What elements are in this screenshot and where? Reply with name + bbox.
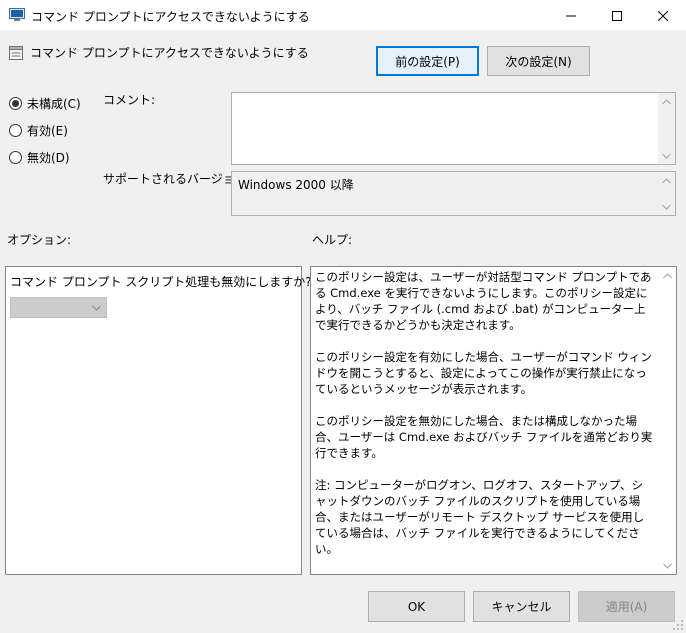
supported-value: Windows 2000 以降: [238, 178, 354, 192]
radio-circle[interactable]: [9, 150, 22, 164]
radio-circle[interactable]: [9, 96, 22, 110]
close-icon: [658, 10, 668, 21]
radio-enabled[interactable]: 有効(E): [9, 121, 68, 139]
apply-button[interactable]: 適用(A): [578, 591, 675, 622]
chevron-down-icon: [92, 305, 101, 311]
radio-label: 無効(D): [27, 150, 70, 165]
scroll-up-icon[interactable]: [658, 93, 675, 110]
maximize-icon: [612, 10, 622, 21]
help-paragraph: 注: コンピューターがログオン、ログオフ、スタートアップ、シャットダウンのバッチ…: [315, 478, 645, 556]
window-title: コマンド プロンプトにアクセスできないようにする: [31, 10, 310, 24]
resize-grip-icon[interactable]: [672, 619, 684, 631]
close-button[interactable]: [640, 0, 686, 31]
script-question: コマンド プロンプト スクリプト処理も無効にしますか?: [10, 275, 312, 289]
supported-label: サポートされるバージョン:: [103, 172, 251, 186]
comment-textbox[interactable]: [231, 92, 676, 165]
policy-window-icon: [9, 8, 25, 21]
prev-setting-button[interactable]: 前の設定(P): [376, 46, 479, 76]
supported-scrollbar[interactable]: [658, 172, 675, 215]
comment-label: コメント:: [103, 93, 156, 107]
help-label: ヘルプ:: [312, 233, 353, 247]
minimize-button[interactable]: [548, 0, 594, 31]
policy-setting-icon: [9, 46, 23, 60]
cancel-button[interactable]: キャンセル: [473, 591, 570, 622]
radio-disabled[interactable]: 無効(D): [9, 148, 70, 166]
script-processing-combobox[interactable]: [10, 297, 107, 318]
scroll-down-icon[interactable]: [658, 198, 675, 215]
comment-scrollbar[interactable]: [658, 93, 675, 164]
minimize-icon: [566, 15, 576, 16]
radio-label: 未構成(C): [27, 96, 81, 111]
help-paragraph: このポリシー設定を有効にした場合、ユーザーがコマンド ウィンドウを開こうとすると…: [315, 350, 652, 396]
help-paragraph: このポリシー設定を無効にした場合、または構成しなかった場合、ユーザーは Cmd.…: [315, 414, 653, 460]
options-panel: コマンド プロンプト スクリプト処理も無効にしますか?: [5, 266, 312, 575]
radio-label: 有効(E): [27, 123, 68, 138]
scroll-up-icon[interactable]: [658, 172, 675, 189]
radio-circle[interactable]: [9, 123, 22, 137]
help-scrollbar[interactable]: [659, 267, 676, 574]
options-label: オプション:: [7, 233, 72, 247]
scroll-up-icon[interactable]: [659, 267, 676, 284]
title-bar[interactable]: コマンド プロンプトにアクセスできないようにする: [0, 0, 686, 31]
scroll-down-icon[interactable]: [659, 557, 676, 574]
maximize-button[interactable]: [594, 0, 640, 31]
policy-title: コマンド プロンプトにアクセスできないようにする: [30, 46, 309, 60]
ok-button[interactable]: OK: [368, 591, 465, 622]
scroll-down-icon[interactable]: [658, 147, 675, 164]
help-paragraph: このポリシー設定は、ユーザーが対話型コマンド プロンプトである Cmd.exe …: [315, 270, 652, 332]
next-setting-button[interactable]: 次の設定(N): [487, 46, 590, 76]
radio-not-configured[interactable]: 未構成(C): [9, 94, 81, 112]
help-panel: このポリシー設定は、ユーザーが対話型コマンド プロンプトである Cmd.exe …: [310, 266, 677, 575]
help-text: このポリシー設定は、ユーザーが対話型コマンド プロンプトである Cmd.exe …: [315, 269, 654, 573]
supported-textbox: Windows 2000 以降: [231, 171, 676, 216]
